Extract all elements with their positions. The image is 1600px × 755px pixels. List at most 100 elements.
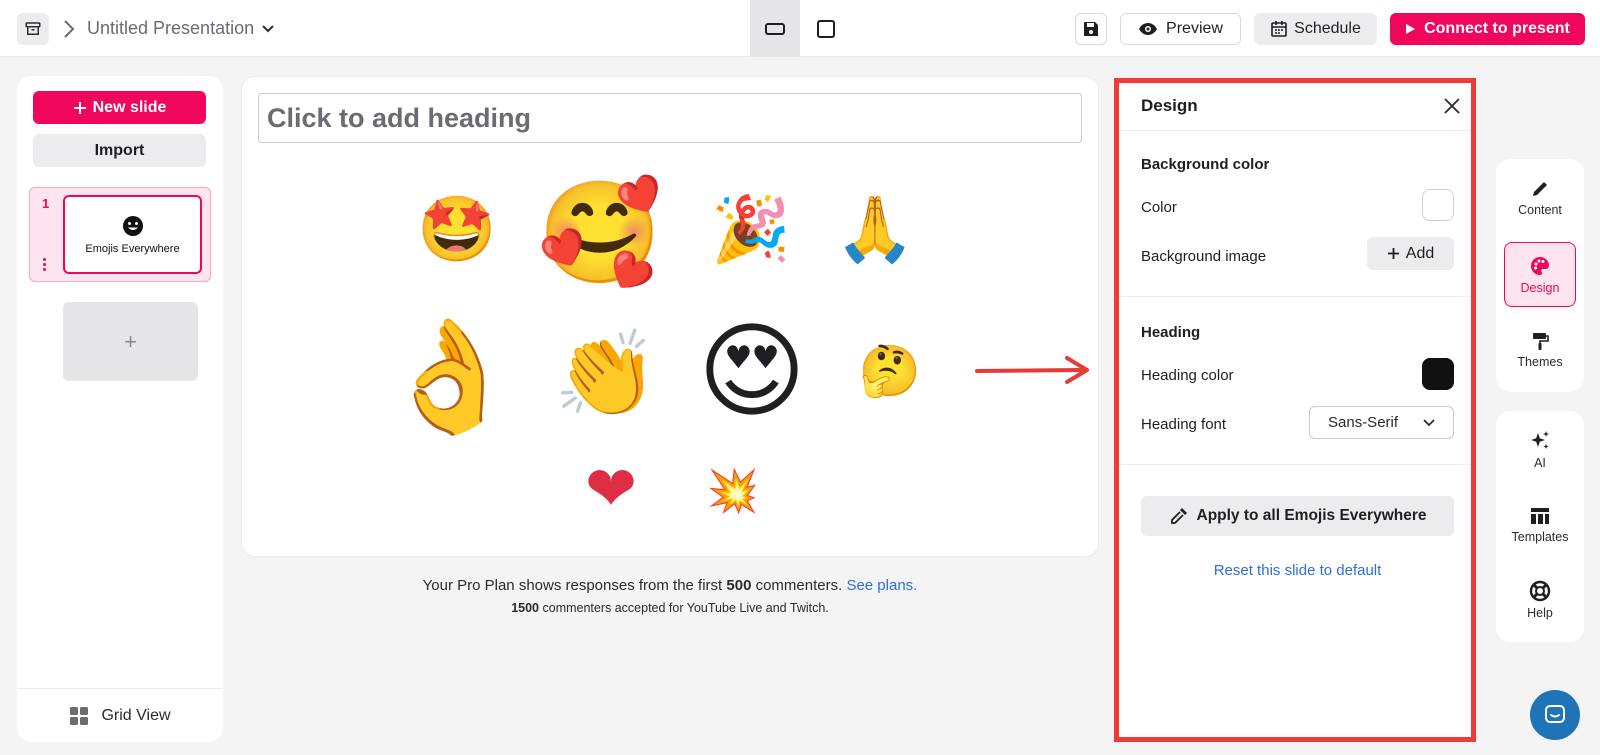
heading-section-title: Heading <box>1141 324 1201 341</box>
rail-templates-label: Templates <box>1511 529 1569 544</box>
slide-canvas: 🤩 🥰 🎉 🙏 👌 👏 😍 🤔 ❤ 💥 <box>241 76 1099 557</box>
rail-ai-label: AI <box>1534 455 1546 470</box>
grid-icon <box>70 706 89 725</box>
rail-content-button[interactable]: Content <box>1504 165 1576 230</box>
close-icon[interactable] <box>1441 95 1463 117</box>
plus-icon <box>1387 248 1399 259</box>
grid-view-label: Grid View <box>101 706 171 724</box>
plan-note-sub: 1500 commenters accepted for YouTube Liv… <box>241 601 1099 615</box>
calendar-icon <box>1271 21 1287 37</box>
schedule-label: Schedule <box>1294 20 1361 37</box>
background-image-label: Background image <box>1141 248 1267 265</box>
play-icon <box>1406 24 1416 34</box>
heading-color-label: Heading color <box>1141 367 1234 384</box>
lifebuoy-icon <box>1529 580 1551 601</box>
connect-to-present-button[interactable]: Connect to present <box>1390 13 1585 45</box>
chevron-down-icon <box>262 24 274 32</box>
red-arrow-annotation <box>975 356 1089 384</box>
plan-sub-count: 1500 <box>511 601 540 615</box>
apply-to-all-button[interactable]: Apply to all Emojis Everywhere <box>1141 496 1454 536</box>
import-button[interactable]: Import <box>33 134 206 167</box>
plus-icon <box>73 101 86 114</box>
paint-roller-icon <box>1533 332 1549 350</box>
add-background-image-button[interactable]: Add <box>1367 237 1454 270</box>
divider <box>1119 296 1471 297</box>
rail-templates-button[interactable]: Templates <box>1504 492 1576 557</box>
schedule-button[interactable]: Schedule <box>1254 13 1377 45</box>
design-panel-title: Design <box>1141 96 1198 115</box>
collision-emoji: 💥 <box>706 466 760 515</box>
plan-note-text-before: Your Pro Plan shows responses from the f… <box>422 577 727 594</box>
sparkles-icon <box>1531 430 1549 449</box>
smiley-icon <box>122 215 143 236</box>
pencil-icon <box>1533 181 1547 196</box>
plan-sub-text: commenters accepted for YouTube Live and… <box>539 601 829 615</box>
grid-view-button[interactable]: Grid View <box>17 688 223 742</box>
preview-label: Preview <box>1166 20 1223 37</box>
save-button[interactable] <box>1075 13 1107 45</box>
rail-themes-label: Themes <box>1517 354 1563 369</box>
aspect-wide-button[interactable] <box>750 0 800 57</box>
design-panel-header: Design <box>1119 83 1471 131</box>
palette-icon <box>1531 256 1549 275</box>
star-struck-emoji: 🤩 <box>417 193 497 267</box>
top-bar: Untitled Presentation Preview Schedule C… <box>0 0 1600 57</box>
chevron-right-icon <box>64 20 75 38</box>
right-rail-bottom: AI Templates Help <box>1496 411 1584 642</box>
floppy-disk-icon <box>1084 22 1098 36</box>
design-panel: Design Background color Color Background… <box>1114 78 1476 742</box>
eye-icon <box>1139 23 1158 35</box>
add-slide-plus: + <box>124 328 137 354</box>
heading-color-swatch[interactable] <box>1422 358 1454 390</box>
divider <box>1119 464 1471 465</box>
background-color-section-title: Background color <box>1141 156 1270 173</box>
rail-help-label: Help <box>1527 605 1553 620</box>
rail-ai-button[interactable]: AI <box>1504 417 1576 482</box>
rail-design-button[interactable]: Design <box>1504 242 1576 307</box>
heading-font-label: Heading font <box>1141 416 1227 433</box>
smiling-face-with-hearts-emoji: 🥰 <box>537 174 663 291</box>
heading-font-select[interactable]: Sans-Serif <box>1309 406 1454 439</box>
plan-note-count: 500 <box>726 577 752 594</box>
plan-note-text-after: commenters. <box>751 577 847 594</box>
color-label: Color <box>1141 199 1177 216</box>
background-color-swatch[interactable] <box>1422 189 1454 221</box>
see-plans-link[interactable]: See plans. <box>846 577 917 594</box>
new-slide-button[interactable]: New slide <box>33 91 206 124</box>
slide-number: 1 <box>42 196 50 211</box>
chat-support-button[interactable] <box>1530 690 1580 740</box>
slide-thumbnail[interactable]: Emojis Everywhere <box>63 195 202 274</box>
heart-eyes-emoji: 😍 <box>697 310 807 432</box>
more-vertical-icon[interactable] <box>43 258 47 273</box>
add-slide-placeholder[interactable]: + <box>63 302 198 381</box>
rail-content-label: Content <box>1518 202 1562 217</box>
import-label: Import <box>94 141 145 159</box>
rail-design-label: Design <box>1520 280 1560 295</box>
heading-font-value: Sans-Serif <box>1328 414 1399 431</box>
folded-hands-emoji: 🙏 <box>835 193 915 267</box>
clapping-hands-emoji: 👏 <box>553 325 659 423</box>
aspect-square-button[interactable] <box>801 0 851 57</box>
chat-icon <box>1545 705 1565 723</box>
archive-icon[interactable] <box>17 13 49 45</box>
square-icon <box>817 19 835 38</box>
presentation-title[interactable]: Untitled Presentation <box>87 18 274 39</box>
slide-heading-input[interactable] <box>258 93 1082 143</box>
ok-hand-emoji: 👌 <box>381 312 519 440</box>
eyedropper-icon <box>1170 508 1187 524</box>
add-label: Add <box>1405 244 1435 262</box>
rail-help-button[interactable]: Help <box>1504 567 1576 632</box>
apply-to-all-label: Apply to all Emojis Everywhere <box>1196 507 1427 524</box>
preview-button[interactable]: Preview <box>1120 13 1241 45</box>
connect-label: Connect to present <box>1424 20 1570 37</box>
slide-thumbnail-title: Emojis Everywhere <box>85 242 180 255</box>
rail-themes-button[interactable]: Themes <box>1504 317 1576 382</box>
chevron-down-icon <box>1423 418 1435 426</box>
new-slide-label: New slide <box>92 98 167 116</box>
presentation-title-text: Untitled Presentation <box>87 18 255 38</box>
reset-slide-link[interactable]: Reset this slide to default <box>1141 562 1454 579</box>
slide-list-item[interactable]: 1 Emojis Everywhere <box>29 187 211 282</box>
slides-sidebar: New slide Import 1 Emojis Everywhere + G… <box>17 76 223 742</box>
templates-icon <box>1531 507 1549 524</box>
red-heart-emoji: ❤ <box>585 452 637 525</box>
